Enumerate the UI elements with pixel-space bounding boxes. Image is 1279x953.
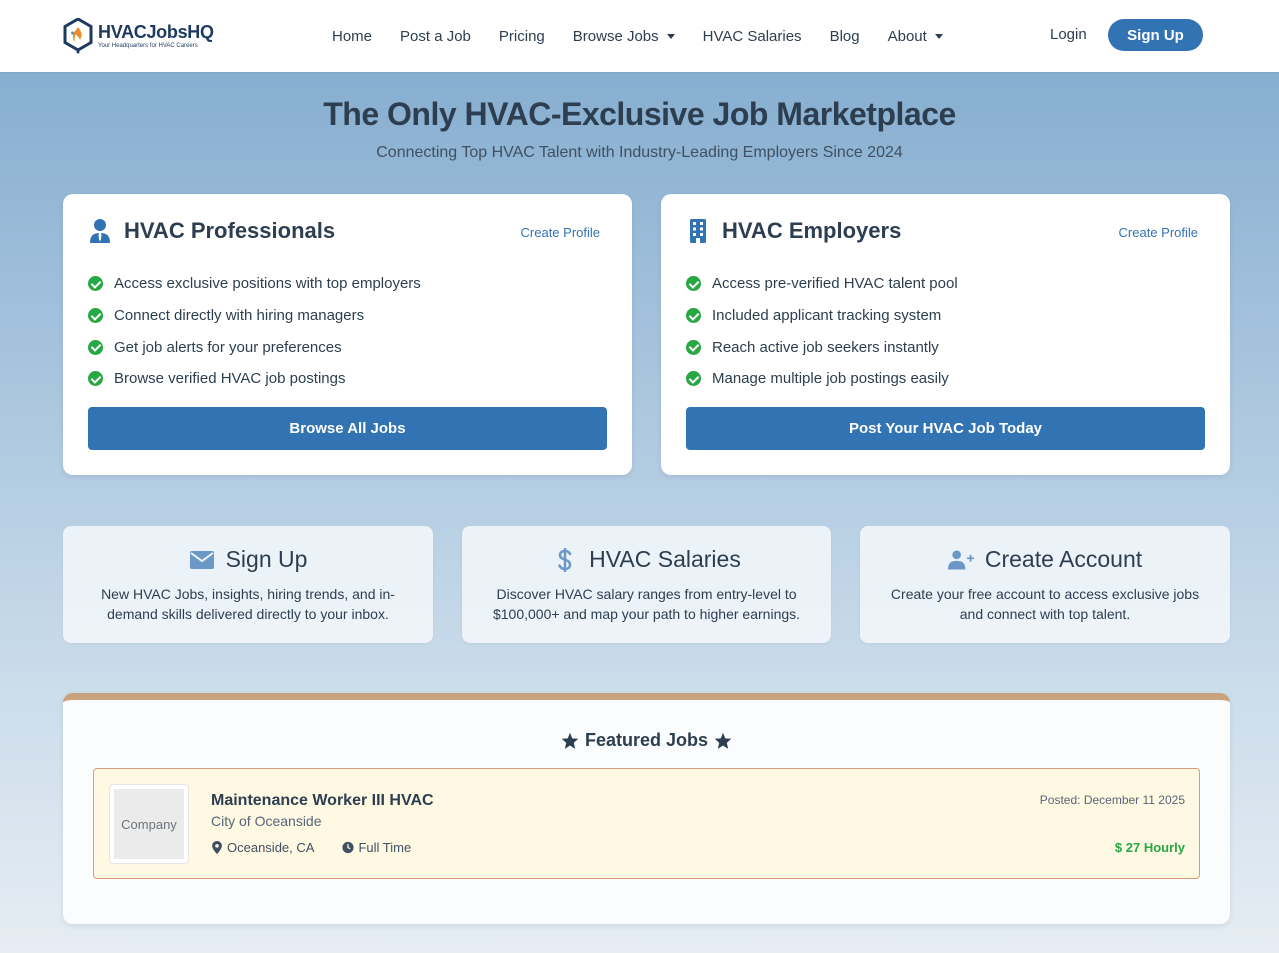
company-logo: Company [109, 784, 189, 864]
signup-button[interactable]: Sign Up [1108, 19, 1203, 51]
user-plus-icon-svg [947, 549, 974, 570]
professionals-card-header: HVAC Professionals [88, 218, 335, 244]
nav-hvac-salaries[interactable]: HVAC Salaries [689, 28, 816, 45]
browse-all-jobs-button[interactable]: Browse All Jobs [88, 407, 607, 450]
mini-card-header: HVAC Salaries [462, 546, 831, 573]
brand-logo-link[interactable]: HVACJobsHQ Your Headquarters for HVAC Ca… [63, 16, 214, 56]
nav-about-label: About [887, 27, 927, 45]
nav-home[interactable]: Home [318, 28, 386, 45]
check-circle-icon [88, 308, 103, 324]
nav-about-dropdown[interactable]: About [874, 28, 957, 45]
mini-card-header: Sign Up [63, 546, 433, 573]
nav-post-a-job[interactable]: Post a Job [386, 28, 485, 45]
feature-text: Access exclusive positions with top empl… [114, 275, 421, 293]
main-nav: Home Post a Job Pricing Browse Jobs HVAC… [318, 0, 957, 72]
job-posted-date: Posted: December 11 2025 [1039, 793, 1185, 807]
list-item: Manage multiple job postings easily [686, 363, 958, 395]
building-icon [690, 219, 706, 243]
check-circle-icon [686, 371, 701, 387]
mini-card-text: Discover HVAC salary ranges from entry-l… [492, 586, 801, 622]
employers-card-header: HVAC Employers [686, 218, 901, 244]
envelope-icon [189, 547, 215, 573]
list-item: Access exclusive positions with top empl… [88, 268, 421, 300]
featured-jobs-header: Featured Jobs [63, 730, 1230, 751]
job-meta: Oceanside, CA Full Time [211, 840, 439, 855]
list-item: Access pre-verified HVAC talent pool [686, 268, 958, 300]
professionals-create-profile-link[interactable]: Create Profile [521, 225, 600, 240]
professionals-title: HVAC Professionals [124, 218, 336, 243]
dollar-icon [552, 547, 578, 573]
nav-browse-jobs-label: Browse Jobs [572, 27, 659, 45]
check-circle-icon [686, 276, 701, 292]
caret-down-icon [666, 33, 675, 39]
brand-tagline: Your Headquarters for HVAC Careers [98, 43, 198, 49]
star-icon [714, 732, 732, 749]
employers-title: HVAC Employers [722, 218, 902, 243]
mini-card-text: Create your free account to access exclu… [890, 586, 1200, 622]
list-item: Connect directly with hiring managers [88, 300, 421, 332]
job-type-text: Full Time [358, 840, 412, 855]
mini-card-title: Create Account [984, 546, 1143, 572]
company-logo-placeholder: Company [114, 789, 184, 859]
feature-text: Browse verified HVAC job postings [114, 370, 346, 388]
user-plus-icon [947, 547, 974, 573]
check-circle-icon [686, 308, 701, 324]
login-link[interactable]: Login [1050, 26, 1087, 43]
professionals-card: HVAC Professionals Create Profile Access… [63, 194, 632, 475]
create-account-card[interactable]: Create Account Create your free account … [860, 526, 1230, 643]
brand-name: HVACJobsHQ [98, 22, 214, 42]
hero-subtitle: Connecting Top HVAC Talent with Industry… [376, 144, 903, 161]
post-job-button[interactable]: Post Your HVAC Job Today [686, 407, 1205, 450]
job-pay: $ 27 Hourly [1114, 840, 1185, 855]
job-card[interactable]: Company Maintenance Worker III HVAC City… [93, 768, 1200, 879]
nav-pricing[interactable]: Pricing [485, 28, 559, 45]
employers-feature-list: Access pre-verified HVAC talent pool Inc… [686, 268, 958, 395]
list-item: Reach active job seekers instantly [686, 331, 958, 363]
check-circle-icon [88, 339, 103, 355]
job-company: City of Oceanside [211, 813, 322, 829]
feature-text: Connect directly with hiring managers [114, 307, 365, 325]
mini-card-text: New HVAC Jobs, insights, hiring trends, … [101, 586, 395, 622]
feature-text: Access pre-verified HVAC talent pool [712, 275, 958, 293]
check-circle-icon [686, 339, 701, 355]
job-title-link[interactable]: Maintenance Worker III HVAC [211, 792, 434, 810]
map-marker-icon [212, 841, 222, 854]
check-circle-icon [88, 371, 103, 387]
hvac-logo-icon [63, 18, 93, 54]
nav-blog[interactable]: Blog [816, 28, 874, 45]
mini-card-title: Sign Up [225, 546, 308, 572]
job-location-text: Oceanside, CA [227, 840, 315, 855]
signup-newsletter-card[interactable]: Sign Up New HVAC Jobs, insights, hiring … [63, 526, 433, 643]
dollar-icon-svg [558, 547, 572, 572]
feature-text: Manage multiple job postings easily [712, 370, 949, 388]
professionals-feature-list: Access exclusive positions with top empl… [88, 268, 421, 395]
hero-title: The Only HVAC-Exclusive Job Marketplace [323, 96, 956, 132]
feature-text: Included applicant tracking system [712, 307, 942, 325]
list-item: Included applicant tracking system [686, 300, 958, 332]
featured-jobs-title: Featured Jobs [584, 730, 709, 750]
user-tie-icon [90, 219, 110, 243]
nav-browse-jobs-dropdown[interactable]: Browse Jobs [559, 28, 689, 45]
star-icon [561, 732, 579, 749]
employers-card: HVAC Employers Create Profile Access pre… [661, 194, 1230, 475]
featured-jobs-section: Featured Jobs Company Maintenance Worker… [63, 693, 1230, 924]
caret-down-icon [934, 33, 943, 39]
list-item: Get job alerts for your preferences [88, 331, 421, 363]
employers-create-profile-link[interactable]: Create Profile [1119, 225, 1198, 240]
hvac-salaries-card[interactable]: HVAC Salaries Discover HVAC salary range… [462, 526, 831, 643]
feature-text: Get job alerts for your preferences [114, 338, 342, 356]
mini-card-title: HVAC Salaries [589, 546, 741, 572]
list-item: Browse verified HVAC job postings [88, 363, 421, 395]
clock-icon [342, 841, 355, 854]
envelope-icon-svg [189, 550, 214, 569]
job-location: Oceanside, CA [211, 840, 314, 855]
mini-card-header: Create Account [860, 546, 1230, 573]
check-circle-icon [88, 276, 103, 292]
feature-text: Reach active job seekers instantly [712, 338, 939, 356]
navbar: HVACJobsHQ Your Headquarters for HVAC Ca… [0, 0, 1279, 72]
job-type: Full Time [342, 840, 411, 855]
